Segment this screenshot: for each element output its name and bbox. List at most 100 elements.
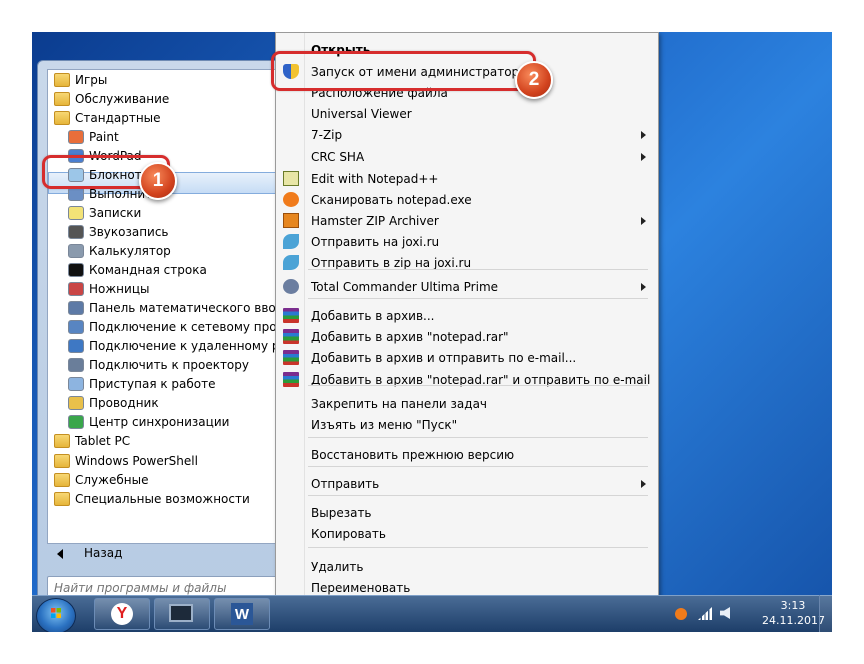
context-menu-item[interactable]: Добавить в архив "notepad.rar"	[276, 326, 656, 347]
math-input-icon	[68, 301, 84, 316]
winrar-icon	[283, 308, 299, 323]
avast-icon	[283, 192, 299, 207]
program-item[interactable]: Записки	[68, 203, 141, 222]
microphone-icon	[68, 224, 84, 239]
program-item[interactable]: Командная строка	[68, 261, 207, 280]
program-item[interactable]: Tablet PC	[54, 432, 130, 451]
context-menu-label: Total Commander Ultima Prime	[311, 279, 499, 294]
program-item[interactable]: Windows PowerShell	[54, 451, 198, 470]
volume-icon[interactable]	[720, 607, 730, 619]
notepadpp-icon	[283, 171, 299, 186]
program-item[interactable]: Панель математического ввода	[68, 299, 286, 318]
network-projector-icon	[68, 320, 84, 335]
program-label: Стандартные	[75, 110, 161, 125]
program-item[interactable]: Служебные	[54, 470, 148, 489]
context-menu-item[interactable]: Закрепить на панели задач	[276, 393, 656, 414]
context-menu-item[interactable]: Копировать	[276, 523, 656, 544]
calculator-icon	[68, 243, 84, 258]
network-signal-icon[interactable]	[698, 607, 712, 620]
program-item[interactable]: Калькулятор	[68, 241, 171, 260]
screenshot-area: Игры Обслуживание Стандартные Paint WordPad Б…	[32, 32, 832, 632]
context-menu-label: 7-Zip	[311, 127, 343, 142]
context-menu-label: Добавить в архив "notepad.rar"	[311, 329, 509, 344]
context-menu-item[interactable]: Отправить на joxi.ru	[276, 231, 656, 252]
scissors-icon	[68, 282, 84, 297]
context-menu: Открыть Запуск от имени администратора Рас…	[275, 32, 659, 632]
program-label: Подключение к сетевому проектор	[89, 320, 286, 335]
program-label: Paint	[89, 129, 119, 144]
program-item[interactable]: Paint	[68, 127, 119, 146]
back-label: Назад	[84, 546, 123, 560]
program-item[interactable]: Подключение к удаленному рабоч	[68, 337, 286, 356]
program-label: Подключить к проектору	[89, 358, 249, 373]
context-menu-label: Изъять из меню "Пуск"	[311, 417, 458, 432]
context-menu-item[interactable]: 7-Zip	[276, 124, 656, 145]
context-menu-label: Hamster ZIP Archiver	[311, 213, 439, 228]
context-menu-item[interactable]: Вырезать	[276, 502, 656, 523]
program-item[interactable]: Подключение к сетевому проектор	[68, 318, 286, 337]
clock-time: 3:13	[780, 599, 806, 612]
program-item[interactable]: Стандартные	[54, 108, 161, 127]
task-manager-button[interactable]	[154, 598, 210, 630]
start-button[interactable]	[36, 598, 76, 632]
program-label: Записки	[89, 205, 142, 220]
program-item[interactable]: Игры	[54, 70, 107, 89]
program-label: Специальные возможности	[75, 491, 250, 506]
program-item[interactable]: Центр синхронизации	[68, 413, 229, 432]
context-menu-label: CRC SHA	[311, 149, 365, 164]
context-menu-item[interactable]: Добавить в архив и отправить по e-mail..…	[276, 347, 656, 368]
context-menu-label: Вырезать	[311, 505, 372, 520]
program-item[interactable]: Ножницы	[68, 280, 149, 299]
program-item[interactable]: Проводник	[68, 394, 159, 413]
cmd-icon	[68, 263, 84, 277]
context-menu-item[interactable]: Удалить	[276, 556, 656, 577]
context-menu-label: Восстановить прежнюю версию	[311, 447, 515, 462]
submenu-arrow-icon	[641, 479, 646, 488]
context-menu-label: Копировать	[311, 526, 386, 541]
context-menu-item[interactable]: Universal Viewer	[276, 103, 656, 124]
menu-separator	[308, 466, 648, 467]
context-menu-item[interactable]: Добавить в архив...	[276, 305, 656, 326]
program-label: Ножницы	[89, 282, 150, 297]
submenu-arrow-icon	[641, 130, 646, 139]
clock-date: 24.11.2017	[762, 614, 825, 627]
program-label: Игры	[75, 72, 108, 87]
program-item[interactable]: Специальные возможности	[54, 489, 250, 508]
context-menu-item[interactable]: Edit with Notepad++	[276, 168, 656, 189]
back-button[interactable]: Назад	[47, 541, 285, 567]
context-menu-item[interactable]: Сканировать notepad.exe	[276, 189, 656, 210]
show-desktop-button[interactable]	[819, 595, 832, 632]
context-menu-item[interactable]: Восстановить прежнюю версию	[276, 444, 656, 465]
winrar-icon	[283, 350, 299, 365]
context-menu-label: Добавить в архив...	[311, 308, 435, 323]
word-icon: W	[231, 603, 253, 625]
context-menu-item[interactable]: Отправить	[276, 473, 656, 494]
callout-frame-run-as-admin	[271, 51, 536, 91]
context-menu-label: Сканировать notepad.exe	[311, 192, 472, 207]
explorer-icon	[68, 396, 84, 411]
submenu-arrow-icon	[641, 216, 646, 225]
taskbar-clock[interactable]: 3:13 24.11.2017	[762, 598, 825, 628]
joxi-icon	[283, 234, 299, 249]
back-arrow-icon	[57, 549, 63, 559]
program-item[interactable]: Звукозапись	[68, 222, 169, 241]
submenu-arrow-icon	[641, 152, 646, 161]
context-menu-item[interactable]: Добавить в архив "notepad.rar" и отправи…	[276, 369, 656, 390]
sticky-notes-icon	[68, 205, 84, 220]
yandex-browser-button[interactable]: Y	[94, 598, 150, 630]
folder-icon	[54, 72, 70, 87]
context-menu-label: Закрепить на панели задач	[311, 396, 488, 411]
word-button[interactable]: W	[214, 598, 270, 630]
context-menu-item[interactable]: Total Commander Ultima Prime	[276, 276, 656, 297]
folder-icon	[54, 91, 70, 106]
program-label: Командная строка	[89, 263, 207, 277]
remote-desktop-icon	[68, 339, 84, 354]
context-menu-item[interactable]: Hamster ZIP Archiver	[276, 210, 656, 231]
joxi-icon	[283, 255, 299, 270]
context-menu-item[interactable]: CRC SHA	[276, 146, 656, 167]
context-menu-item[interactable]: Изъять из меню "Пуск"	[276, 414, 656, 435]
program-item[interactable]: Подключить к проектору	[68, 356, 249, 375]
program-item[interactable]: Обслуживание	[54, 89, 169, 108]
avast-tray-icon[interactable]	[675, 608, 687, 620]
program-item[interactable]: Приступая к работе	[68, 375, 216, 394]
